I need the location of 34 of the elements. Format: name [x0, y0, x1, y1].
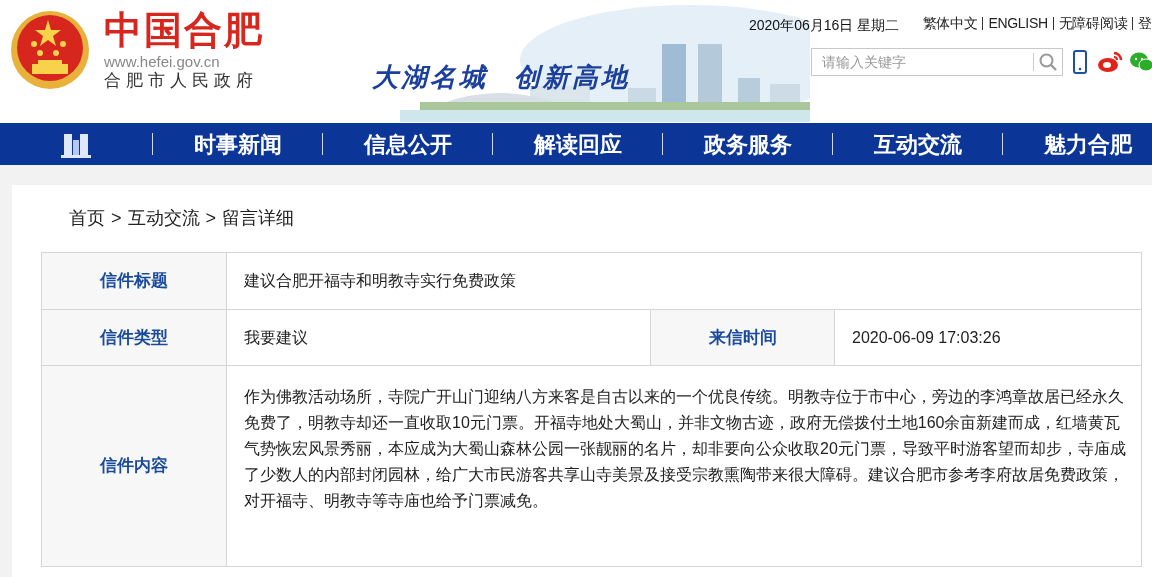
- top-link[interactable]: 繁体中文: [922, 17, 983, 30]
- emblem-icon: [10, 8, 90, 92]
- top-link[interactable]: ENGLISH: [982, 17, 1053, 30]
- field-label: 信件类型: [42, 310, 227, 365]
- slogan: 大湖名城: [372, 61, 488, 94]
- wechat-icon[interactable]: [1130, 51, 1152, 73]
- top-link[interactable]: 登: [1132, 17, 1152, 30]
- breadcrumb-link[interactable]: 留言详细: [222, 204, 295, 232]
- field-label: 信件标题: [42, 253, 227, 309]
- site-url: www.hefei.gov.cn: [104, 53, 221, 71]
- site-name: 中国合肥: [104, 9, 264, 51]
- nav-item[interactable]: 政务服务: [663, 127, 832, 161]
- letter-time: 2020-06-09 17:03:26: [851, 327, 1002, 348]
- date-text: 2020年06月16日 星期二: [749, 16, 900, 35]
- search-icon[interactable]: [1039, 53, 1057, 71]
- nav-item[interactable]: 信息公开: [323, 127, 492, 161]
- slogan: 创新高地: [514, 61, 630, 94]
- breadcrumb-separator: >: [205, 206, 217, 230]
- nav-item[interactable]: 解读回应: [493, 127, 662, 161]
- nav-item[interactable]: 魅力合肥: [1003, 127, 1152, 161]
- field-label: 信件内容: [42, 366, 227, 566]
- weibo-icon[interactable]: [1097, 51, 1123, 73]
- site-org: 合肥市人民政府: [104, 71, 259, 91]
- nav-item[interactable]: 互动交流: [833, 127, 1002, 161]
- search-field[interactable]: 请输入关键字: [811, 48, 1063, 76]
- breadcrumb-link[interactable]: 互动交流: [127, 204, 200, 232]
- letter-title: 建议合肥开福寺和明教寺实行免费政策: [243, 271, 517, 291]
- letter-content: 作为佛教活动场所，寺院广开山门迎纳八方来客是自古以来的一个优良传统。明教寺位于市中心，旁边的李鸿章故居已经永久免费了，明教寺却还一直收取10元门票。开福寺地处大蜀山，并非文物古迹，政府无偿拨付土地160余亩新建而成，红墙黄瓦气势恢宏风景秀丽，本应成为大蜀山森林公园一张靓丽的名片，却非要向公众收取20元门票，导致平时游客望而却步，寺庙成了少数人的内部封闭园林，给广大市民游客共享山寺美景及接受宗教熏陶带来很大障碍。建议合肥市参考李府故居免费政策，对开福寺、明教寺等寺庙也给予门票减免。: [244, 387, 1127, 511]
- breadcrumb-link[interactable]: 首页: [69, 204, 105, 232]
- field-label: 来信时间: [651, 310, 835, 365]
- top-link[interactable]: 无障碍阅读: [1052, 17, 1133, 30]
- breadcrumb-separator: >: [111, 206, 122, 230]
- mobile-phone-icon[interactable]: [1073, 50, 1087, 74]
- nav-item[interactable]: 时事新闻: [153, 127, 322, 161]
